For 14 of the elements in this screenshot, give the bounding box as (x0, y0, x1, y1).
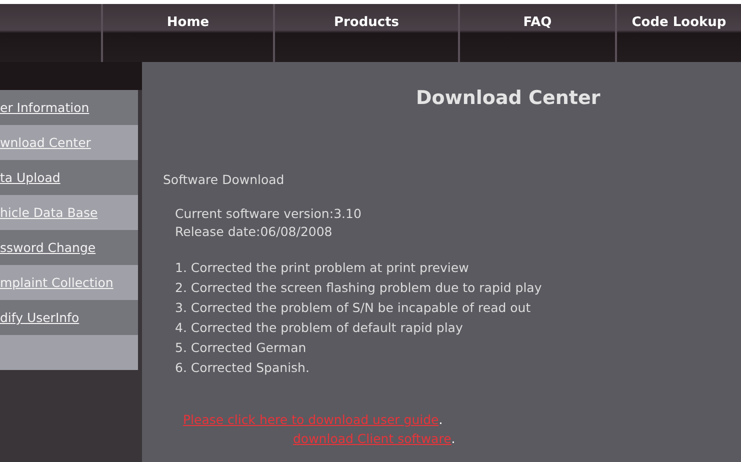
info-text: Current software version:3.10 (175, 205, 362, 223)
info-text: Release date:06/08/2008 (175, 223, 334, 241)
page-title: Download Center (416, 87, 602, 109)
change-item: 6. Corrected Spanish. (175, 359, 310, 377)
period-text: . (438, 412, 443, 427)
change-item: 5. Corrected German (175, 339, 308, 357)
sidebar-link[interactable]: ta Upload (0, 170, 62, 185)
change-item: 3. Corrected the problem of S/N be incapable of read out (175, 299, 532, 317)
section-heading: Software Download (163, 172, 286, 187)
change-item: 2. Corrected the screen flashing problem due to rapid play (175, 279, 543, 297)
change-item: 1. Corrected the print problem at print preview (175, 259, 470, 277)
change-item: 4. Corrected the problem of default rapid play (175, 319, 464, 337)
nav-link[interactable]: Code Lookup (617, 4, 741, 62)
period-text: . (451, 431, 456, 446)
